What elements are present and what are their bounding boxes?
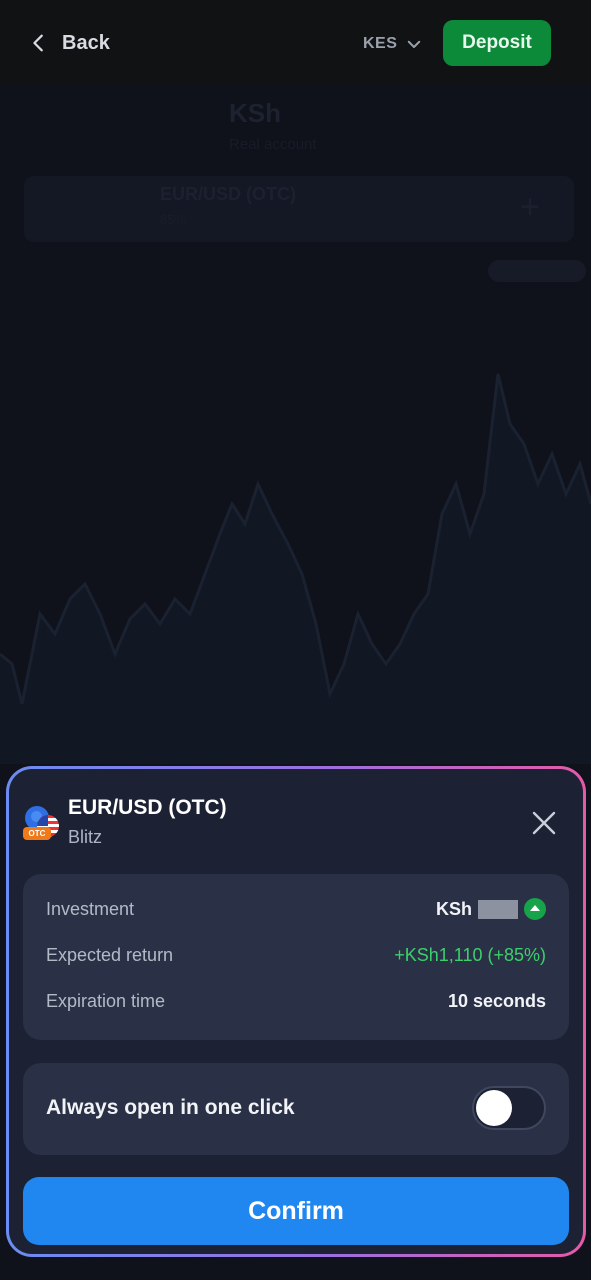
asset-name: EUR/USD (OTC) <box>68 796 227 819</box>
close-icon[interactable] <box>528 807 560 839</box>
expected-return-label: Expected return <box>46 945 174 965</box>
add-asset-icon: + <box>520 188 540 226</box>
trade-details-card: Investment KSh Expected return +KSh1,110… <box>23 874 569 1040</box>
chevron-down-icon <box>408 40 421 48</box>
currency-selector[interactable]: KES <box>363 31 423 57</box>
investment-currency: KSh <box>436 898 472 919</box>
back-label: Back <box>62 31 110 54</box>
currency-label: KES <box>363 35 398 52</box>
chevron-left-icon <box>33 34 43 52</box>
investment-value: KSh <box>436 898 546 920</box>
otc-badge: OTC <box>23 827 51 840</box>
masked-amount <box>478 899 518 919</box>
backdrop-asset-payout: 85% <box>160 212 187 227</box>
one-click-label: Always open in one click <box>46 1096 295 1119</box>
back-button[interactable]: Back <box>28 27 110 59</box>
one-click-toggle[interactable] <box>472 1086 546 1130</box>
trade-mode: Blitz <box>68 827 103 847</box>
top-bar: Back KES Deposit <box>0 0 591 84</box>
account-type: Real account <box>229 136 317 153</box>
sheet-body: OTC EUR/USD (OTC) Blitz Investment KSh E… <box>9 769 583 1254</box>
eur-usd-otc-icon: OTC <box>23 805 63 845</box>
expiration-value: 10 seconds <box>447 991 546 1011</box>
asset-row <box>24 176 574 242</box>
expiry-pill <box>488 260 586 282</box>
backdrop-asset-title: EUR/USD (OTC) <box>160 184 296 204</box>
price-chart <box>0 373 591 764</box>
confirm-button[interactable]: Confirm <box>23 1177 569 1245</box>
confirm-trade-sheet: OTC EUR/USD (OTC) Blitz Investment KSh E… <box>6 766 586 1257</box>
expected-return-value: +KSh1,110 (+85%) <box>394 945 546 965</box>
deposit-button[interactable]: Deposit <box>443 20 551 66</box>
balance-amount: KSh <box>229 98 281 128</box>
one-click-card: Always open in one click <box>23 1063 569 1155</box>
toggle-knob <box>476 1090 512 1126</box>
arrow-up-icon <box>524 898 546 920</box>
investment-label: Investment <box>46 899 135 919</box>
expiration-label: Expiration time <box>46 991 166 1011</box>
